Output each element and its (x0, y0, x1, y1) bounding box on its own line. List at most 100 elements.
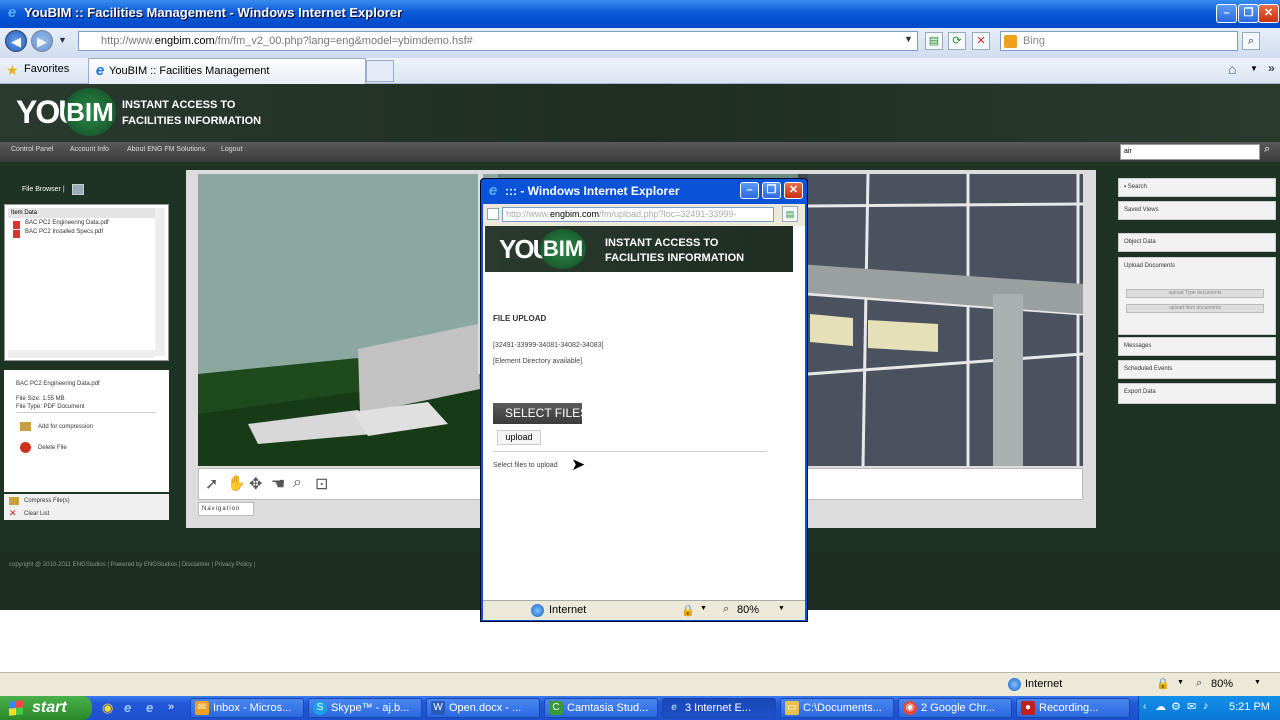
home-icon[interactable]: ⌂ (1228, 61, 1236, 77)
popup-zoom-level[interactable]: 80% (737, 604, 759, 616)
search-section[interactable]: ▪ Search (1118, 178, 1276, 197)
taskbar-item-chrome[interactable]: ◉ 2 Google Chr... (898, 698, 1012, 718)
ie-quicklaunch-icon-2[interactable]: e (146, 700, 153, 715)
chrome-icon: ◉ (903, 701, 917, 715)
more-icon[interactable]: » (1268, 61, 1275, 75)
protected-dropdown-icon[interactable]: ▼ (700, 605, 707, 612)
refresh-icon[interactable]: ⟳ (948, 32, 966, 50)
list-tools: Compress File(s) ✕ Clear List (4, 494, 169, 520)
search-placeholder: Bing (1023, 35, 1046, 47)
hand-tool-icon[interactable]: ☚ (271, 474, 285, 494)
popup-close-button[interactable]: ✕ (784, 182, 803, 199)
search-icon[interactable]: ⌕ (1242, 32, 1260, 50)
saved-views-section[interactable]: Saved Views (1118, 201, 1276, 220)
popup-url[interactable]: http://www.engbim.com/fm/upload.php?loc=… (502, 207, 774, 222)
forward-button[interactable]: ▶ (31, 30, 53, 52)
vertical-scrollbar[interactable] (155, 208, 165, 356)
export-data-section[interactable]: Export Data (1118, 383, 1276, 404)
site-search-icon[interactable]: ⌕ (1264, 143, 1270, 156)
favorites-button[interactable]: Favorites (24, 63, 69, 75)
camtasia-icon: C (549, 701, 563, 715)
upload-type-documents-button[interactable]: upload Type documents (1126, 289, 1264, 298)
taskbar-item-recording[interactable]: ● Recording... (1016, 698, 1130, 718)
start-button[interactable]: start (0, 696, 92, 720)
tray-collapse-icon[interactable]: ‹ (1143, 701, 1146, 712)
file-item[interactable]: BAC PC2 Engineering Data.pdf (25, 220, 109, 226)
address-dropdown-icon[interactable]: ▼ (904, 34, 913, 44)
zoom-dropdown-icon[interactable]: ▼ (1254, 679, 1261, 686)
clear-list-link[interactable]: Clear List (24, 511, 49, 517)
taskbar-item-outlook[interactable]: ✉ Inbox - Micros... (190, 698, 304, 718)
quicklaunch-more-icon[interactable]: » (168, 701, 174, 713)
add-compression-link[interactable]: Add for compression (38, 424, 93, 430)
menu-control-panel[interactable]: Control Panel (11, 146, 53, 153)
messages-section[interactable]: Messages (1118, 337, 1276, 356)
zoom-extents-icon[interactable]: ⊡ (315, 474, 328, 494)
popup-minimize-button[interactable]: – (740, 182, 759, 199)
orbit-tool-icon[interactable]: ✋ (227, 474, 246, 492)
horizontal-scrollbar[interactable] (8, 350, 155, 358)
zoom-dropdown-icon[interactable]: ▼ (778, 605, 785, 612)
tab-youbim[interactable]: e YouBIM :: Facilities Management (88, 58, 366, 84)
taskbar-item-explorer[interactable]: ▭ C:\Documents... (780, 698, 894, 718)
back-button[interactable]: ◀ (5, 30, 27, 52)
taskbar-item-skype[interactable]: S Skype™ - aj.b... (308, 698, 422, 718)
stop-icon[interactable]: ✕ (972, 32, 990, 50)
taskbar-item-camtasia[interactable]: C Camtasia Stud... (544, 698, 658, 718)
compress-files-link[interactable]: Compress File(s) (24, 498, 70, 504)
home-dropdown-icon[interactable]: ▼ (1250, 64, 1258, 73)
menu-account-info[interactable]: Account Info (70, 146, 109, 153)
popup-compat-icon[interactable]: ▤ (782, 206, 798, 222)
upload-item-documents-button[interactable]: upload Item documents (1126, 304, 1264, 313)
zoom-level[interactable]: 80% (1211, 678, 1233, 690)
tray-icon-2[interactable]: ⚙ (1171, 700, 1181, 713)
delete-file-link[interactable]: Delete File (38, 445, 67, 451)
file-item[interactable]: BAC PC2 Installed Specs.pdf (25, 229, 103, 235)
tray-icon-3[interactable]: ✉ (1187, 700, 1196, 713)
tray-icon-1[interactable]: ☁ (1155, 700, 1166, 713)
ie-logo-icon: e (7, 4, 17, 21)
pdf-icon (13, 221, 20, 229)
navigation-tab[interactable]: Navigation (198, 502, 254, 516)
maximize-button[interactable]: ❐ (1238, 4, 1259, 23)
select-tool-icon[interactable]: ➚ (205, 474, 218, 494)
zoom-tool-icon[interactable]: ⌕ (293, 474, 302, 492)
ie-quicklaunch-icon[interactable]: e (124, 700, 131, 715)
search-input[interactable]: Bing (1000, 31, 1238, 51)
windows-logo-icon (9, 700, 23, 716)
taskbar-item-ie[interactable]: e 3 Internet E... (662, 698, 776, 718)
file-browser-icon[interactable] (72, 184, 84, 195)
menu-about[interactable]: About ENG FM Solutions (127, 146, 205, 153)
chrome-quicklaunch-icon[interactable]: ◉ (102, 700, 113, 716)
history-dropdown-icon[interactable]: ▼ (58, 35, 67, 45)
clock[interactable]: 5:21 PM (1229, 701, 1270, 713)
minimize-button[interactable]: – (1216, 4, 1237, 23)
taskbar-item-label: Recording... (1039, 702, 1099, 714)
taskbar-item-word[interactable]: W Open.docx - ... (426, 698, 540, 718)
address-toolbar: ◀ ▶ ▼ http://www.engbim.com/fm/fm_v2_00.… (0, 28, 1280, 58)
protected-mode-icon[interactable]: 🔒 (1156, 677, 1170, 690)
menu-logout[interactable]: Logout (221, 146, 242, 153)
site-search-input[interactable]: air (1120, 144, 1260, 160)
protected-mode-icon[interactable]: 🔒 (681, 604, 695, 617)
ie-icon: e (671, 702, 677, 713)
scheduled-events-section[interactable]: Scheduled Events (1118, 360, 1276, 379)
url-prefix: http://www. (101, 35, 155, 47)
popup-maximize-button[interactable]: ❐ (762, 182, 781, 199)
popup-tagline-line2: FACILITIES INFORMATION (605, 252, 745, 264)
compat-view-icon[interactable]: ▤ (925, 32, 943, 50)
globe-icon (531, 604, 544, 617)
close-button[interactable]: ✕ (1258, 4, 1279, 23)
upload-button[interactable]: upload (497, 430, 541, 445)
address-input[interactable]: http://www.engbim.com/fm/fm_v2_00.php?la… (78, 31, 918, 51)
volume-icon[interactable]: ♪ (1203, 700, 1209, 712)
select-files-button[interactable]: SELECT FILES (493, 403, 582, 424)
protected-dropdown-icon[interactable]: ▼ (1177, 679, 1184, 686)
pan-tool-icon[interactable]: ✥ (249, 474, 262, 494)
upload-hint: Select files to upload (493, 462, 558, 469)
delete-icon (20, 442, 31, 453)
object-data-section[interactable]: Object Data (1118, 233, 1276, 252)
popup-url-prefix: http://www. (506, 209, 551, 219)
new-tab-button[interactable] (366, 60, 394, 82)
window-title-bar[interactable]: e YouBIM :: Facilities Management - Wind… (0, 0, 1280, 28)
